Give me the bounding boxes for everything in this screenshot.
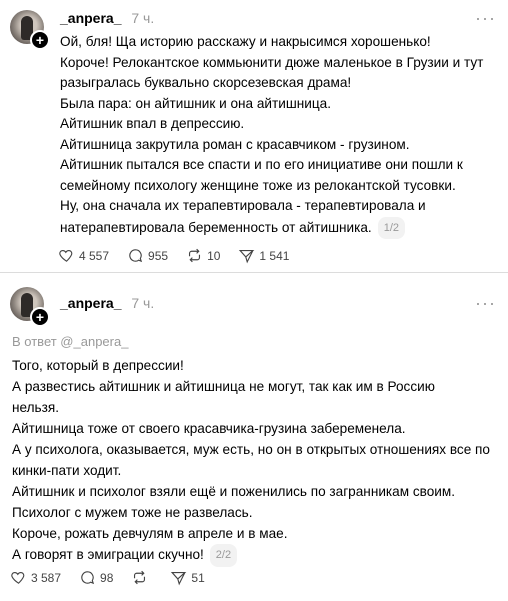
post-time: 7 ч. — [131, 295, 155, 311]
post-header: _anpera_ 7 ч. — [60, 10, 154, 26]
paragraph: Психолог с мужем тоже не развелась. — [12, 505, 253, 520]
follow-plus-icon[interactable]: + — [30, 307, 50, 327]
repost-arrows-icon — [134, 570, 146, 585]
share-button[interactable]: 1 541 — [238, 247, 289, 264]
heart-icon — [59, 249, 73, 262]
comment-count: 98 — [100, 570, 114, 585]
like-button[interactable]: 3 587 — [10, 569, 61, 586]
action-bar: 4 557 955 10 1 541 — [58, 247, 289, 264]
paragraph: Короче, рожать девчулям в апреле и в мае… — [12, 526, 288, 541]
comment-button[interactable]: 955 — [127, 247, 168, 264]
heart-icon — [11, 571, 25, 584]
paragraph: Айтишник пытался все спасти и по его ини… — [60, 157, 463, 193]
paragraph: Короче! Релокантское коммьюнити дюже мал… — [60, 54, 484, 91]
username[interactable]: _anpera_ — [60, 10, 121, 26]
paragraph: А у психолога, оказывается, муж есть, но… — [12, 442, 490, 478]
repost-arrows-icon — [189, 248, 201, 263]
post-text: Ой, бля! Ща историю расскажу и накрысимс… — [60, 32, 494, 239]
paragraph: А говорят в эмиграции скучно! — [12, 547, 204, 562]
like-button[interactable]: 4 557 — [58, 247, 109, 264]
more-dots-icon[interactable]: ··· — [475, 8, 496, 29]
username[interactable]: _anpera_ — [60, 295, 121, 311]
avatar[interactable]: + — [10, 10, 50, 50]
comment-bubble-icon — [129, 249, 143, 263]
paragraph: Была пара: он айтишник и она айтишница. — [60, 95, 331, 111]
paragraph: Айтишник впал в депрессию. — [60, 116, 245, 131]
paragraph: Айтишница тоже от своего красавчика-груз… — [12, 421, 406, 436]
thread-post-1: + _anpera_ 7 ч. ··· Ой, бля! Ща историю … — [0, 0, 508, 272]
share-count: 51 — [191, 570, 205, 585]
thread-post-2: + _anpera_ 7 ч. ··· В ответ @_anpera_ То… — [0, 273, 508, 601]
paragraph: Айтишник и психолог взяли ещё и поженили… — [12, 484, 455, 499]
paragraph-last: Ну, она сначала их терапевтировала - тер… — [60, 196, 494, 239]
share-button[interactable]: 51 — [170, 569, 205, 586]
repost-count: 10 — [207, 248, 221, 263]
paragraph: Ой, бля! Ща историю расскажу и накрысимс… — [60, 34, 431, 49]
paragraph: Ну, она сначала их терапевтировала - тер… — [60, 198, 426, 235]
send-paper-plane-icon — [171, 571, 187, 586]
share-count: 1 541 — [259, 248, 290, 263]
page-indicator: 2/2 — [209, 544, 238, 567]
like-count: 3 587 — [31, 570, 62, 585]
reply-to-label[interactable]: В ответ @_anpera_ — [12, 334, 128, 349]
like-count: 4 557 — [79, 248, 110, 263]
repost-button[interactable] — [131, 569, 152, 586]
paragraph-last: А говорят в эмиграции скучно! 2/2 — [12, 544, 494, 567]
comment-bubble-icon — [81, 571, 95, 585]
comment-button[interactable]: 98 — [79, 569, 113, 586]
avatar[interactable]: + — [10, 287, 50, 327]
post-header: _anpera_ 7 ч. — [60, 295, 154, 311]
comment-count: 955 — [148, 248, 169, 263]
paragraph: Того, который в депрессии! — [12, 358, 184, 373]
post-time: 7 ч. — [131, 10, 155, 26]
post-text: Того, который в депрессии! А развестись … — [12, 355, 494, 567]
send-paper-plane-icon — [239, 249, 255, 264]
action-bar: 3 587 98 51 — [10, 569, 205, 586]
page-indicator: 1/2 — [377, 216, 406, 239]
more-dots-icon[interactable]: ··· — [475, 293, 496, 314]
paragraph: Айтишница закрутила роман с красавчиком … — [60, 136, 410, 152]
repost-button[interactable]: 10 — [186, 247, 220, 264]
paragraph: А развестись айтишник и айтишница не мог… — [12, 379, 435, 415]
follow-plus-icon[interactable]: + — [30, 30, 50, 50]
